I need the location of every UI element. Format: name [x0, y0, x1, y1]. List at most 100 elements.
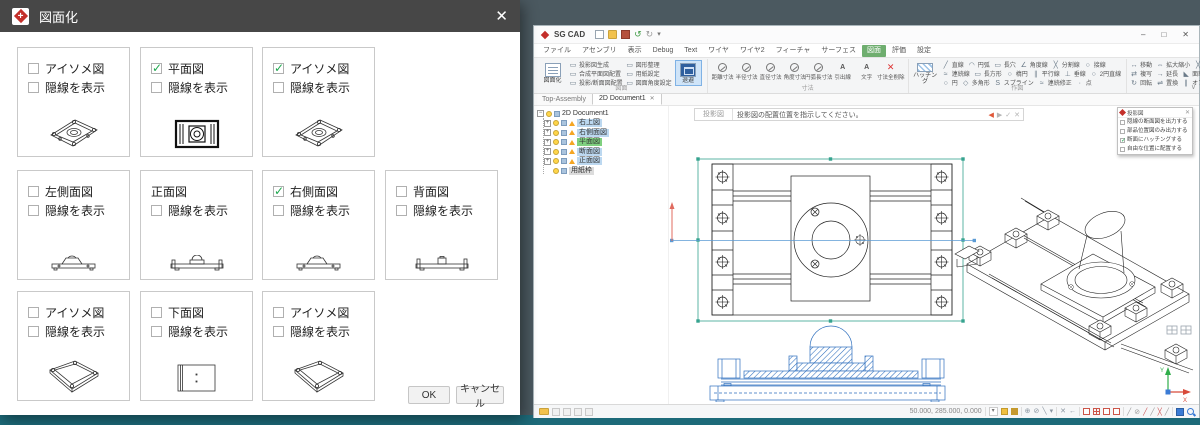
snap-nearest-icon[interactable]: ╲	[1042, 407, 1046, 416]
ribbon-item-移動[interactable]: ↔移動	[1130, 62, 1152, 70]
ribbon-item-延長[interactable]: →延長	[1156, 71, 1178, 79]
redo-icon[interactable]: ↻	[646, 30, 654, 39]
viewport-single-icon[interactable]	[1083, 408, 1090, 415]
viewport-quad-icon[interactable]	[1093, 408, 1100, 415]
prompt-back-icon[interactable]: ◀	[988, 111, 993, 119]
hidden-line-checkbox[interactable]	[151, 326, 162, 337]
snap-dropdown-icon[interactable]: ▾	[1050, 407, 1054, 416]
expand-icon[interactable]: +	[544, 158, 551, 165]
tab-ファイル[interactable]: ファイル	[538, 45, 576, 57]
option-部品位置図のみ出力する[interactable]: 部品位置図のみ出力する	[1118, 127, 1192, 136]
tab-サーフェス[interactable]: サーフェス	[816, 45, 861, 57]
hidden-line-checkbox[interactable]	[396, 205, 407, 216]
tab-表示[interactable]: 表示	[623, 45, 647, 57]
visibility-bulb-icon[interactable]	[553, 158, 559, 164]
render-mode-icon[interactable]	[1176, 408, 1184, 416]
ribbon-item-連続線[interactable]: ≈連続線	[942, 71, 970, 79]
panel-close-icon[interactable]: ✕	[1185, 109, 1190, 116]
option-断面にハッチングする[interactable]: 断面にハッチングする	[1118, 136, 1192, 145]
sheet-grid-icons[interactable]	[1167, 326, 1191, 334]
ribbon-item-直線[interactable]: ╱直線	[942, 62, 964, 70]
linetype-thin-icon[interactable]: ╱	[1150, 408, 1154, 416]
panel-toggle-icon-3[interactable]	[574, 408, 582, 416]
ribbon-item-直径寸法[interactable]: 直径寸法	[759, 61, 783, 86]
hidden-line-checkbox[interactable]	[273, 205, 284, 216]
viewport-left-icon[interactable]	[1103, 408, 1110, 415]
prompt-cancel-icon[interactable]: ✕	[1014, 111, 1020, 119]
new-file-icon[interactable]	[595, 30, 604, 39]
tab-ワイヤ2[interactable]: ワイヤ2	[735, 45, 770, 57]
ribbon-item-接線[interactable]: ○接線	[1084, 62, 1106, 70]
view-checkbox[interactable]	[28, 307, 39, 318]
tree-item-断面図[interactable]: +断面図	[544, 147, 668, 157]
ribbon-item-半径寸法[interactable]: 半径寸法	[735, 61, 759, 86]
folder-icon[interactable]	[539, 408, 549, 415]
dialog-close-icon[interactable]: ✕	[495, 7, 508, 25]
hidden-line-checkbox[interactable]	[28, 82, 39, 93]
ribbon-item-長穴[interactable]: ▭長穴	[994, 62, 1016, 70]
drawing-canvas[interactable]: Y X 投影図 投影図の配置位置を指示してください。 ◀ ▶ ✓ ✕	[669, 106, 1199, 404]
panel-toggle-icon-1[interactable]	[552, 408, 560, 416]
view-checkbox[interactable]	[273, 186, 284, 197]
hidden-line-checkbox[interactable]	[151, 205, 162, 216]
ribbon-item-図形整理[interactable]: ▭図形整理	[626, 62, 672, 70]
open-file-icon[interactable]	[608, 30, 617, 39]
hidden-line-checkbox[interactable]	[28, 205, 39, 216]
ribbon-item-角度線[interactable]: ∠角度線	[1020, 62, 1048, 70]
prompt-confirm-icon[interactable]: ✓	[1005, 111, 1011, 119]
snap-quadrant-icon[interactable]: ⊘	[1034, 407, 1040, 416]
ribbon-item-合成平面図配置[interactable]: ▭合成平面図配置	[569, 71, 623, 79]
minimize-button[interactable]: –	[1141, 30, 1145, 39]
expand-icon[interactable]: +	[544, 139, 551, 146]
ribbon-item-用紙設定[interactable]: ▭用紙設定	[626, 71, 672, 79]
panel-toggle-icon-2[interactable]	[563, 408, 571, 416]
ok-button[interactable]: OK	[408, 386, 450, 404]
close-tab-icon[interactable]: ✕	[650, 95, 655, 103]
zoom-tool-icon[interactable]	[1187, 408, 1194, 415]
visibility-bulb-icon[interactable]	[553, 130, 559, 136]
ribbon-collapse-icon[interactable]: ∨	[1191, 83, 1196, 91]
tab-設定[interactable]: 設定	[912, 45, 936, 57]
tab-評価[interactable]: 評価	[887, 45, 911, 57]
document-tab-2D Document1[interactable]: 2D Document1✕	[592, 93, 662, 105]
tab-Debug[interactable]: Debug	[648, 45, 679, 57]
ribbon-item-分割線[interactable]: ╳分割線	[1052, 62, 1080, 70]
ribbon-button-図面化[interactable]: 図面化	[539, 60, 566, 86]
visibility-bulb-icon[interactable]	[553, 168, 559, 174]
tab-アセンブリ[interactable]: アセンブリ	[577, 45, 622, 57]
tree-item-正面図[interactable]: +正面図	[544, 157, 668, 167]
ribbon-item-距離寸法[interactable]: 距離寸法	[711, 61, 735, 86]
snap-center-icon[interactable]: ⊕	[1025, 407, 1031, 416]
ribbon-button-ハッチング[interactable]: ハッチング	[912, 60, 939, 86]
ribbon-item-寸法全削除[interactable]: ✕寸法全削除	[879, 61, 903, 86]
ribbon-item-平行線[interactable]: ∥平行線	[1032, 71, 1060, 79]
expand-icon[interactable]: +	[544, 148, 551, 155]
view-checkbox[interactable]	[273, 307, 284, 318]
ribbon-item-拡大縮小[interactable]: ⇔拡大縮小	[1156, 62, 1190, 70]
tree-root-item[interactable]: −2D Document1	[537, 109, 668, 119]
hidden-line-checkbox[interactable]	[273, 82, 284, 93]
ribbon-button-退避[interactable]: 退避	[675, 60, 702, 86]
view-checkbox[interactable]	[151, 307, 162, 318]
hidden-line-checkbox[interactable]	[151, 82, 162, 93]
visibility-bulb-icon[interactable]	[553, 149, 559, 155]
expand-icon[interactable]: +	[544, 120, 551, 127]
ribbon-item-トリミング[interactable]: ╳トリミング	[1194, 62, 1200, 70]
view-checkbox[interactable]	[28, 186, 39, 197]
collapse-icon[interactable]: −	[537, 110, 544, 117]
checkbox[interactable]	[1120, 147, 1125, 152]
expand-icon[interactable]: +	[544, 129, 551, 136]
quick-access-dropdown-icon[interactable]: ▾	[657, 30, 661, 39]
view-checkbox[interactable]	[273, 63, 284, 74]
isometric-view-drawing[interactable]	[955, 198, 1193, 373]
hidden-line-checkbox[interactable]	[28, 326, 39, 337]
option-自由な位置に配置する[interactable]: 自由な位置に配置する	[1118, 145, 1192, 154]
layer-color-swatch[interactable]	[1001, 408, 1008, 415]
viewport-right-icon[interactable]	[1113, 408, 1120, 415]
step-back-icon[interactable]: ←	[1069, 407, 1076, 416]
linetype-dashed-icon[interactable]: ╱	[1143, 408, 1147, 416]
ribbon-item-垂線[interactable]: ⊥垂線	[1064, 71, 1086, 79]
visibility-bulb-icon[interactable]	[553, 139, 559, 145]
linetype-solid-icon[interactable]: ╱	[1127, 408, 1131, 416]
ribbon-item-面取り[interactable]: ◣面取り	[1182, 71, 1200, 79]
